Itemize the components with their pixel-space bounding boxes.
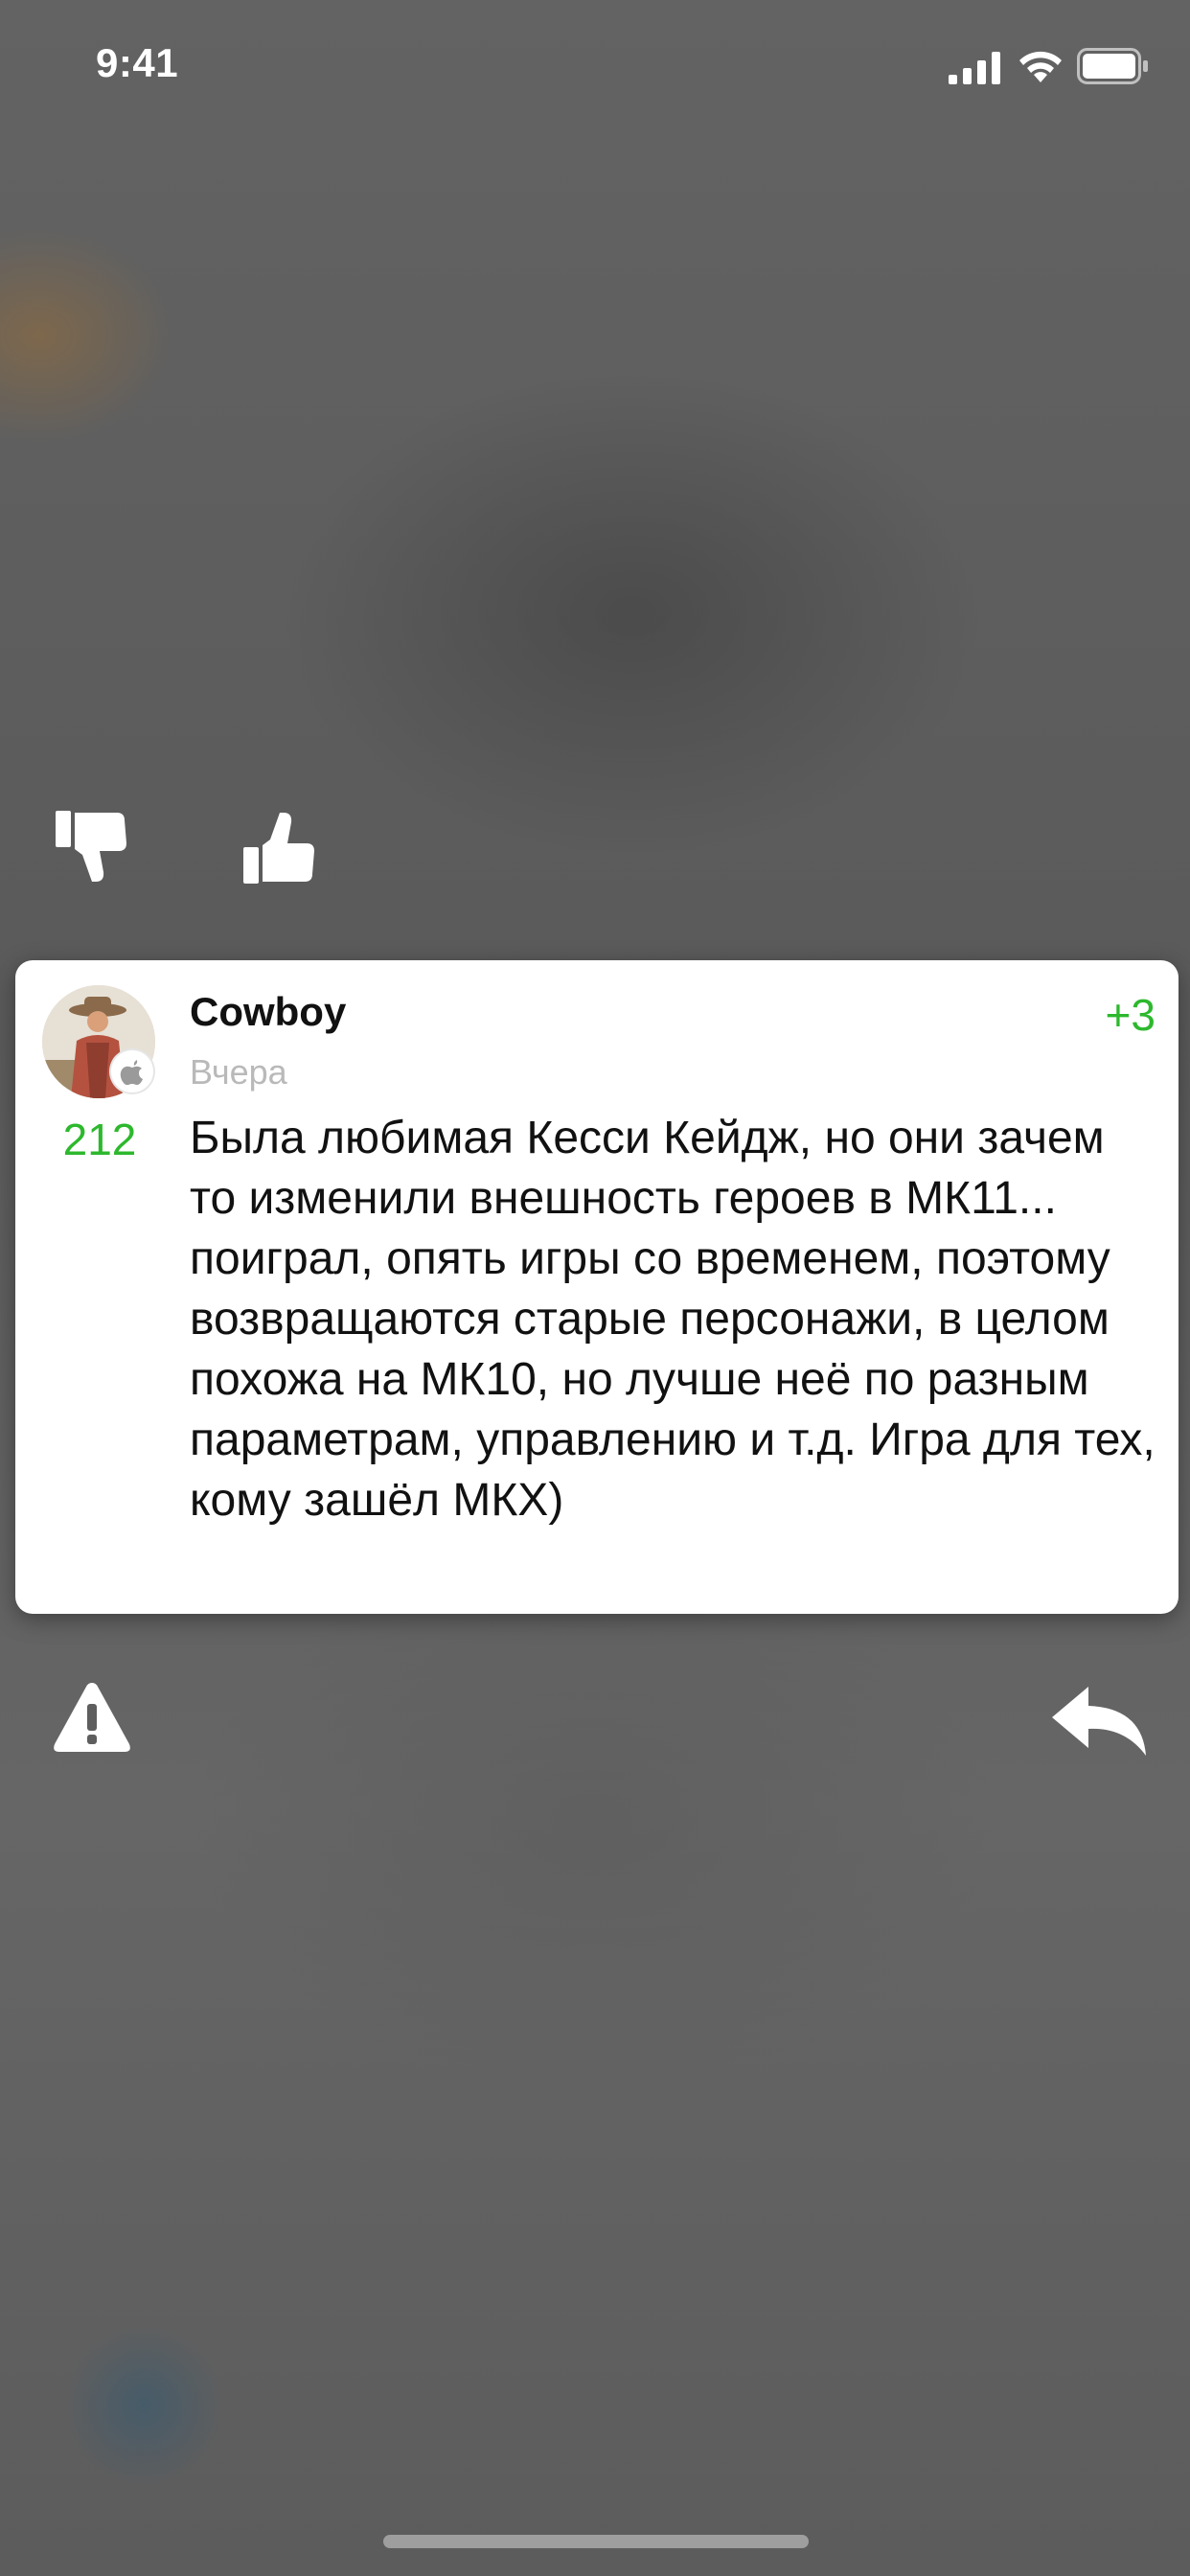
thumbs-down-icon[interactable] [50,805,136,891]
status-time: 9:41 [96,40,179,85]
status-icons [949,46,1150,90]
reply-icon[interactable] [1050,1685,1150,1758]
thumbs-up-icon[interactable] [238,805,324,891]
comment-text: Была любимая Кесси Кейдж, но они зачем т… [190,1113,1156,1526]
battery-icon [1077,48,1148,84]
warning-icon[interactable] [52,1679,132,1756]
home-indicator [383,2535,809,2548]
comment-card[interactable]: 212 Cowboy Вчера +3 Была любимая Кесси К… [15,960,1179,1614]
comment-date: Вчера [190,1052,287,1092]
author-rating: 212 [62,1115,137,1164]
comment-score: +3 [1105,990,1156,1040]
author-name[interactable]: Cowboy [190,989,346,1035]
apple-icon [120,1060,143,1086]
status-bar: 9:41 [0,0,1190,134]
platform-badge [111,1050,153,1092]
signal-icon [949,52,1000,84]
wifi-icon [1019,51,1062,82]
